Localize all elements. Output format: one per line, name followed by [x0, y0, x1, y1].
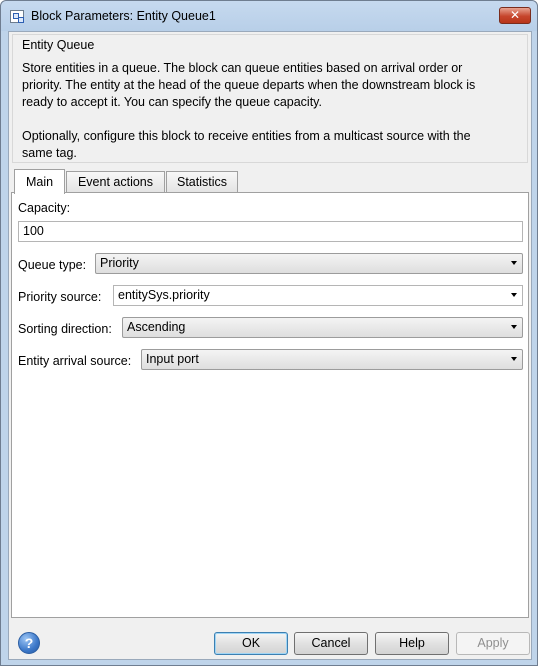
close-button[interactable]: ✕	[499, 7, 531, 24]
sorting-direction-dropdown[interactable]: Ascending	[122, 317, 523, 338]
entity-arrival-source-dropdown[interactable]: Input port	[141, 349, 523, 370]
sorting-direction-value: Ascending	[127, 320, 186, 334]
help-icon[interactable]: ?	[18, 632, 40, 654]
simulink-block-icon	[10, 10, 24, 23]
sorting-direction-label: Sorting direction:	[18, 322, 112, 336]
help-button[interactable]: Help	[375, 632, 449, 655]
capacity-input[interactable]: 100	[18, 221, 523, 242]
ok-button[interactable]: OK	[214, 632, 288, 655]
chevron-down-icon	[511, 261, 517, 265]
entity-arrival-source-label: Entity arrival source:	[18, 354, 132, 368]
tab-statistics[interactable]: Statistics	[166, 171, 238, 193]
description-title: Entity Queue	[22, 38, 95, 52]
entity-arrival-source-value: Input port	[146, 352, 199, 366]
queue-type-value: Priority	[100, 256, 139, 270]
cancel-button[interactable]: Cancel	[294, 632, 368, 655]
title-bar[interactable]: Block Parameters: Entity Queue1 ✕	[1, 1, 537, 31]
dialog-client-area: Entity Queue Store entities in a queue. …	[8, 31, 532, 660]
queue-type-dropdown[interactable]: Priority	[95, 253, 523, 274]
priority-source-value: entitySys.priority	[118, 288, 210, 302]
block-description: Entity Queue Store entities in a queue. …	[12, 34, 528, 163]
priority-source-combobox[interactable]: entitySys.priority	[113, 285, 523, 306]
tab-panel-main: Capacity: 100 Queue type: Priority Prior…	[11, 192, 529, 618]
description-text: Store entities in a queue. The block can…	[22, 61, 476, 160]
window-title: Block Parameters: Entity Queue1	[31, 9, 216, 23]
queue-type-label: Queue type:	[18, 258, 87, 272]
tab-main[interactable]: Main	[14, 169, 65, 194]
dialog-window: Block Parameters: Entity Queue1 ✕ Entity…	[0, 0, 538, 666]
priority-source-label: Priority source:	[18, 290, 102, 304]
chevron-down-icon	[511, 325, 517, 329]
chevron-down-icon	[511, 293, 517, 297]
tab-event-actions[interactable]: Event actions	[66, 171, 165, 193]
chevron-down-icon	[511, 357, 517, 361]
apply-button[interactable]: Apply	[456, 632, 530, 655]
capacity-label: Capacity:	[18, 201, 71, 215]
